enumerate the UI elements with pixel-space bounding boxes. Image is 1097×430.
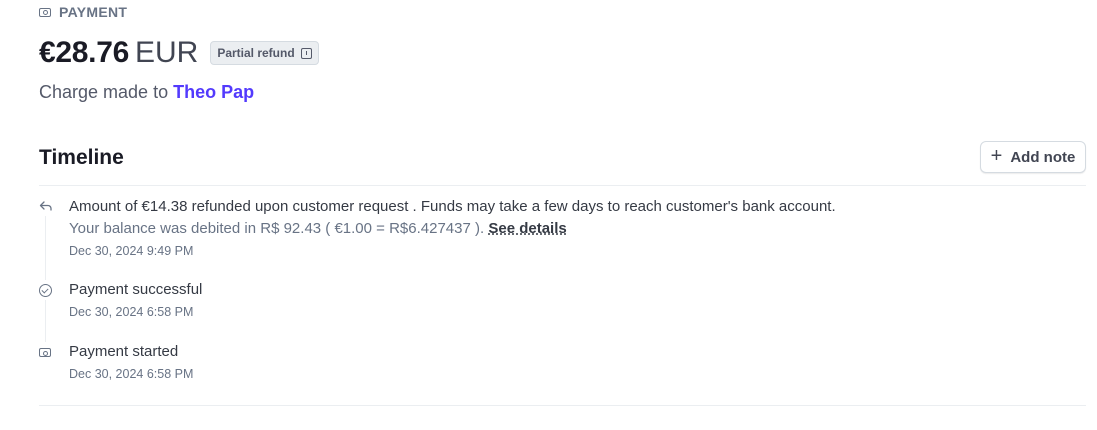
status-badge[interactable]: Partial refund [210,41,319,65]
event-subtext: Your balance was debited in R$ 92.43 ( €… [69,220,567,237]
charge-prefix: Charge made to [39,82,169,102]
amount-row: €28.76 EUR Partial refund [39,36,319,70]
add-note-button[interactable]: + Add note [980,141,1086,173]
timeline-connector [45,216,46,280]
timeline-connector [45,300,46,342]
check-circle-icon [39,284,52,297]
status-badge-label: Partial refund [217,46,295,60]
balance-debit-text: Your balance was debited in R$ 92.43 ( €… [69,220,485,237]
event-text: Payment successful [69,281,203,298]
payment-currency: EUR [134,36,199,69]
money-icon [39,346,52,359]
add-note-label: Add note [1010,148,1076,166]
section-label: PAYMENT [39,4,127,20]
payment-amount: €28.76 [39,36,129,69]
refund-arrow-icon [39,200,52,213]
timeline-title: Timeline [39,146,124,169]
section-label-text: PAYMENT [59,4,128,20]
info-icon [300,47,312,59]
plus-icon: + [990,145,1003,167]
event-timestamp: Dec 30, 2024 6:58 PM [69,367,194,381]
event-timestamp: Dec 30, 2024 6:58 PM [69,305,194,319]
event-timestamp: Dec 30, 2024 9:49 PM [69,244,194,258]
divider [39,185,1086,186]
see-details-link[interactable]: See details [488,220,566,237]
divider [39,405,1086,406]
event-text: Amount of €14.38 refunded upon customer … [69,198,836,215]
customer-link[interactable]: Theo Pap [173,82,254,102]
money-icon [39,7,51,17]
charge-line: Charge made to Theo Pap [39,82,254,103]
event-text: Payment started [69,343,179,360]
